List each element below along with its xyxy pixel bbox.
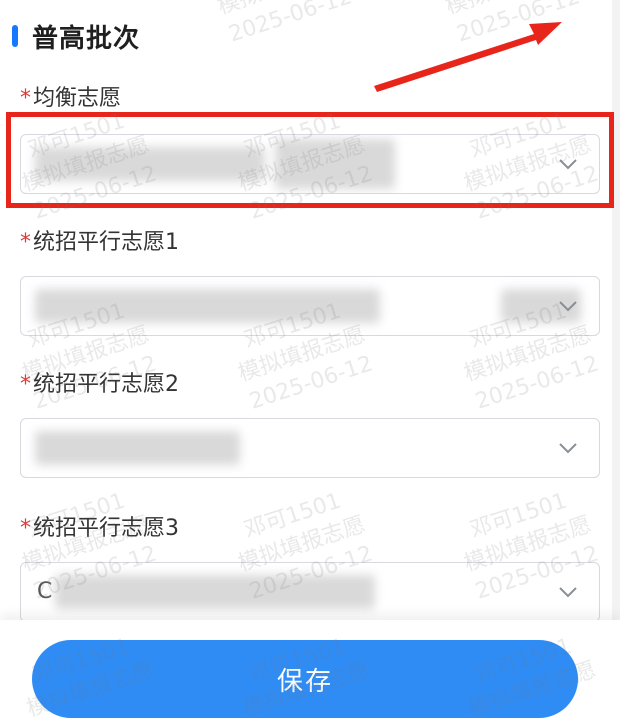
field-label-text: 统招平行志愿3 bbox=[33, 516, 179, 541]
chevron-down-icon bbox=[559, 443, 577, 454]
redacted-value bbox=[55, 575, 375, 609]
select-parallel-choice-2[interactable] bbox=[20, 418, 600, 478]
field-label-parallel-2: *统招平行志愿2 bbox=[20, 366, 179, 398]
select-parallel-choice-3[interactable]: C bbox=[20, 562, 600, 622]
scrollbar-track[interactable] bbox=[612, 0, 620, 726]
field-label-text: 均衡志愿 bbox=[33, 86, 122, 111]
save-button[interactable]: 保存 bbox=[32, 640, 578, 718]
field-label-text: 统招平行志愿2 bbox=[33, 372, 179, 397]
chevron-down-icon bbox=[559, 587, 577, 598]
required-mark: * bbox=[20, 372, 31, 397]
select-value-prefix: C bbox=[37, 579, 53, 604]
select-parallel-choice-1[interactable] bbox=[20, 276, 600, 336]
field-label-parallel-1: *统招平行志愿1 bbox=[20, 224, 179, 256]
field-label-text: 统招平行志愿1 bbox=[33, 230, 179, 255]
required-mark: * bbox=[20, 516, 31, 541]
chevron-down-icon bbox=[559, 301, 577, 312]
redacted-value bbox=[35, 431, 240, 465]
required-mark: * bbox=[20, 86, 31, 111]
accent-bar bbox=[12, 25, 18, 47]
redacted-value bbox=[35, 289, 380, 323]
field-label-parallel-3: *统招平行志愿3 bbox=[20, 510, 179, 542]
required-mark: * bbox=[20, 230, 31, 255]
page-title: 普高批次 bbox=[32, 23, 141, 54]
chevron-down-icon bbox=[559, 159, 577, 170]
watermark: 模拟填报志愿2025-06-12 bbox=[443, 0, 584, 48]
select-balanced-choice[interactable] bbox=[20, 134, 600, 194]
redacted-value bbox=[35, 147, 265, 181]
section-header: 普高批次 bbox=[12, 18, 140, 54]
redacted-value bbox=[275, 139, 395, 189]
field-label-balanced: *均衡志愿 bbox=[20, 80, 121, 112]
watermark: 模拟填报志愿2025-06-12 bbox=[215, 0, 356, 48]
